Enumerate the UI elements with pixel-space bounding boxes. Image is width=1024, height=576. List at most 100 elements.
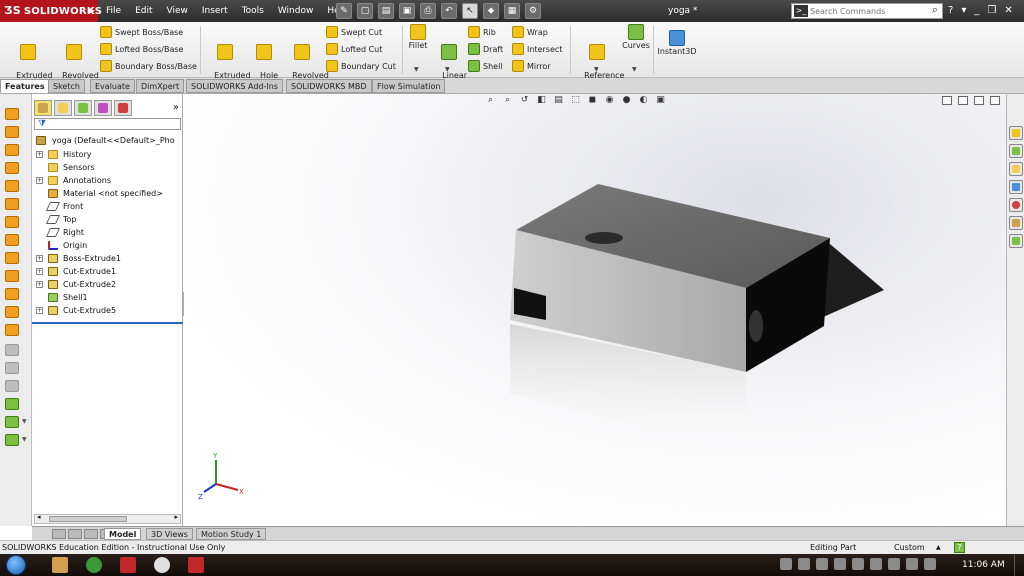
tray-network-icon[interactable] bbox=[834, 558, 846, 570]
intersect-button[interactable]: Intersect bbox=[512, 43, 562, 55]
tree-root[interactable]: yoga (Default<<Default>_Pho bbox=[32, 134, 183, 147]
options-icon[interactable]: ⚙ bbox=[525, 3, 541, 19]
shell-button[interactable]: Shell bbox=[468, 60, 503, 72]
part-model[interactable] bbox=[184, 94, 1006, 526]
clock[interactable]: 11:06 AM bbox=[962, 554, 1005, 576]
solidworks-logo[interactable]: ƷS SOLIDWORKS ▶ bbox=[0, 0, 102, 22]
tree-item[interactable]: Material <not specified> bbox=[32, 187, 183, 200]
minimize-icon[interactable]: _ bbox=[974, 0, 979, 22]
quick-tips-icon[interactable]: ? bbox=[954, 542, 965, 553]
menu-tools[interactable]: Tools bbox=[242, 0, 264, 22]
undo-icon[interactable]: ↶ bbox=[441, 3, 457, 19]
expand-toggle-icon[interactable]: + bbox=[36, 177, 43, 184]
open-folder-icon[interactable]: ▤ bbox=[378, 3, 394, 19]
tab-display-manager[interactable] bbox=[114, 100, 132, 116]
swept-cut-button[interactable]: Swept Cut bbox=[326, 26, 382, 38]
tree-item[interactable]: + Annotations bbox=[32, 174, 183, 187]
menu-view[interactable]: View bbox=[167, 0, 188, 22]
tab-scroll-prev-icon[interactable] bbox=[68, 529, 82, 539]
tab-sketch[interactable]: Sketch bbox=[48, 79, 85, 93]
expand-toggle-icon[interactable]: + bbox=[36, 281, 43, 288]
tab-feature-tree[interactable] bbox=[34, 100, 52, 116]
tab-dimxpert-manager[interactable] bbox=[94, 100, 112, 116]
lofted-cut-button[interactable]: Lofted Cut bbox=[326, 43, 382, 55]
file-properties-icon[interactable]: ▦ bbox=[504, 3, 520, 19]
media-taskbar-icon[interactable] bbox=[154, 557, 170, 573]
tree-item[interactable]: + Cut-Extrude2 bbox=[32, 278, 183, 291]
toolbar-extrude-icon[interactable] bbox=[5, 108, 19, 120]
pin-icon[interactable]: ✎ bbox=[336, 3, 352, 19]
tree-item[interactable]: + Cut-Extrude5 bbox=[32, 304, 183, 317]
feature-tree-hscroll[interactable]: ◂ ▸ bbox=[34, 513, 181, 524]
explorer-taskbar-icon[interactable] bbox=[52, 557, 68, 573]
select-cursor-icon[interactable]: ↖ bbox=[462, 3, 478, 19]
toolbar-hole-icon[interactable] bbox=[5, 270, 19, 282]
tray-keyboard-icon[interactable] bbox=[798, 558, 810, 570]
lofted-boss-button[interactable]: Lofted Boss/Base bbox=[100, 43, 183, 55]
draft-button[interactable]: Draft bbox=[468, 43, 503, 55]
tab-evaluate[interactable]: Evaluate bbox=[90, 79, 135, 93]
tray-volume-icon[interactable] bbox=[906, 558, 918, 570]
tab-mbd[interactable]: SOLIDWORKS MBD bbox=[286, 79, 372, 93]
restore-icon[interactable]: ❐ bbox=[987, 0, 996, 22]
unit-system-dropdown-icon[interactable]: ▲ bbox=[936, 541, 941, 554]
rollback-bar[interactable] bbox=[32, 322, 183, 324]
save-icon[interactable]: ▣ bbox=[399, 3, 415, 19]
tab-model[interactable]: Model bbox=[104, 528, 142, 540]
start-button[interactable] bbox=[6, 555, 26, 575]
tree-item[interactable]: Sensors bbox=[32, 161, 183, 174]
tray-power-icon[interactable] bbox=[924, 558, 936, 570]
wrap-button[interactable]: Wrap bbox=[512, 26, 548, 38]
logo-arrow-icon[interactable]: ▶ bbox=[89, 0, 95, 22]
custom-properties-icon[interactable] bbox=[1009, 216, 1023, 230]
toolbar-loft-icon[interactable] bbox=[5, 162, 19, 174]
tree-item[interactable]: Right bbox=[32, 226, 183, 239]
search-icon[interactable]: ⌕ bbox=[932, 3, 938, 17]
toolbar-disabled-icon[interactable] bbox=[5, 344, 19, 356]
scroll-right-icon[interactable]: ▸ bbox=[174, 513, 178, 521]
rib-button[interactable]: Rib bbox=[468, 26, 496, 38]
swept-boss-button[interactable]: Swept Boss/Base bbox=[100, 26, 183, 38]
tree-filter[interactable]: ⧩ bbox=[34, 118, 181, 130]
curves-dropdown-icon[interactable]: ▼ bbox=[632, 66, 637, 73]
reference-geometry-dropdown-icon[interactable]: ▼ bbox=[594, 66, 599, 73]
solidworks-2-taskbar-icon[interactable] bbox=[188, 557, 204, 573]
tab-configuration-manager[interactable] bbox=[74, 100, 92, 116]
appearances-icon[interactable] bbox=[1009, 198, 1023, 212]
toolbar-sweep-icon[interactable] bbox=[5, 144, 19, 156]
print-icon[interactable]: ⎙ bbox=[420, 3, 436, 19]
toolbar-chamfer-icon[interactable] bbox=[5, 306, 19, 318]
rebuild-icon[interactable]: ⬥ bbox=[483, 3, 499, 19]
tree-item[interactable]: Front bbox=[32, 200, 183, 213]
tab-flow-simulation[interactable]: Flow Simulation bbox=[372, 79, 446, 93]
instant3d-button[interactable]: Instant3D bbox=[656, 30, 698, 57]
toolbar-loft-cut-icon[interactable] bbox=[5, 252, 19, 264]
toolbar-disabled-icon[interactable] bbox=[5, 380, 19, 392]
tab-scroll-first-icon[interactable] bbox=[52, 529, 66, 539]
scroll-left-icon[interactable]: ◂ bbox=[37, 513, 41, 521]
toolbar-curves-icon[interactable] bbox=[5, 434, 19, 446]
tree-item[interactable]: + History bbox=[32, 148, 183, 161]
tree-item[interactable]: Shell1 bbox=[32, 291, 183, 304]
solidworks-resources-icon[interactable] bbox=[1009, 126, 1023, 140]
toolbar-curves-dropdown-icon[interactable]: ▼ bbox=[22, 436, 27, 443]
search-commands[interactable]: >_ ⌕ bbox=[791, 3, 943, 19]
toolbar-pattern-dropdown-icon[interactable]: ▼ bbox=[22, 418, 27, 425]
expand-toggle-icon[interactable]: + bbox=[36, 151, 43, 158]
expand-toggle-icon[interactable]: + bbox=[36, 307, 43, 314]
tray-flag-icon[interactable] bbox=[888, 558, 900, 570]
chrome-taskbar-icon[interactable] bbox=[86, 557, 102, 573]
tray-battery-icon[interactable] bbox=[852, 558, 864, 570]
fillet-dropdown-icon[interactable]: ▼ bbox=[414, 66, 419, 73]
search-input[interactable] bbox=[810, 5, 918, 17]
tab-addins[interactable]: SOLIDWORKS Add-Ins bbox=[186, 79, 283, 93]
tab-scroll-next-icon[interactable] bbox=[84, 529, 98, 539]
tray-update-icon[interactable] bbox=[870, 558, 882, 570]
tab-motion-study[interactable]: Motion Study 1 bbox=[196, 528, 267, 540]
graphics-area[interactable]: ⌕ ⌕ ↺ ◧ ▤ ⬚ ◼ ◉ ● ◐ ▣ Y X Z bbox=[184, 94, 1006, 526]
forum-icon[interactable] bbox=[1009, 234, 1023, 248]
tree-item[interactable]: Origin bbox=[32, 239, 183, 252]
tree-item[interactable]: + Boss-Extrude1 bbox=[32, 252, 183, 265]
help-icon[interactable]: ? bbox=[948, 0, 953, 22]
curves-button[interactable]: Curves bbox=[620, 24, 652, 51]
